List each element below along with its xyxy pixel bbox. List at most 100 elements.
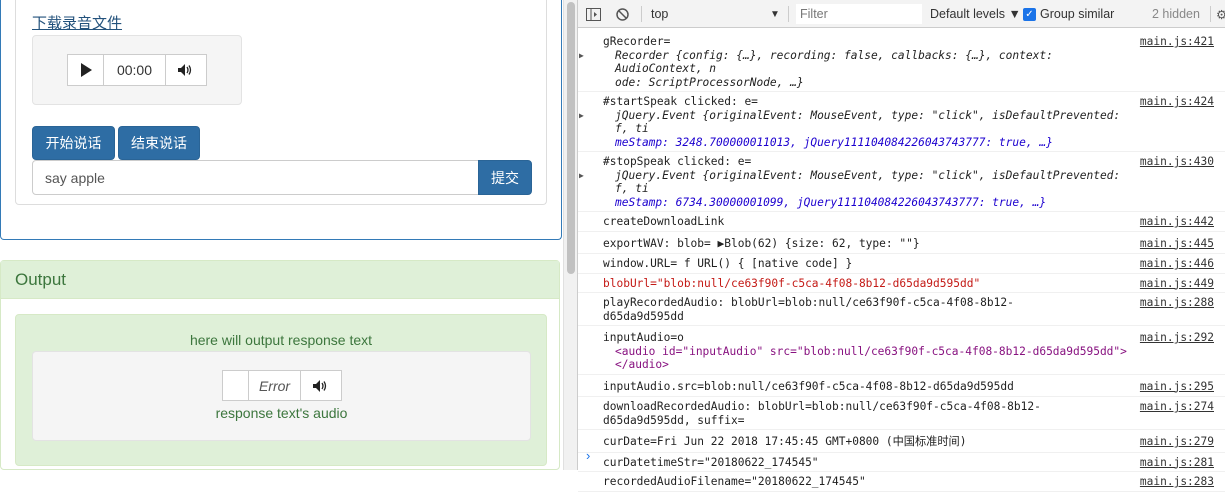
download-recording-link[interactable]: 下载录音文件 [32,12,122,33]
source-link[interactable]: main.js:445 [1140,237,1214,251]
source-link[interactable]: main.js:292 [1140,331,1214,345]
console-message[interactable]: blobUrl="blob:null/ce63f90f-c5ca-4f08-8b… [578,274,1225,293]
log-line: #stopSpeak clicked: e= [603,155,752,168]
clear-console-icon[interactable] [616,0,629,28]
group-similar-toggle[interactable]: ✓ Group similar [1023,0,1114,28]
console-message[interactable]: exportWAV: blob= ▶Blob(62) {size: 62, ty… [578,232,1225,254]
source-link[interactable]: main.js:288 [1140,296,1214,310]
expand-triangle-icon[interactable]: ▶ [579,109,584,123]
source-link[interactable]: main.js:421 [1140,35,1214,49]
response-text: here will output response text [189,332,373,348]
log-element[interactable]: <audio id="inputAudio" src="blob:null/ce… [603,345,1136,359]
source-link[interactable]: main.js:279 [1140,435,1214,449]
log-object[interactable]: ▶ Recorder {config: {…}, recording: fals… [579,48,1136,90]
console-toolbar: top ▼ Filter Default levels ▼ ✓ Group si… [578,0,1225,28]
response-audio-player[interactable]: Error [222,370,342,401]
console-message[interactable]: gRecorder= ▶ Recorder {config: {…}, reco… [578,29,1225,92]
console-message[interactable]: recordedAudioFilename="20180622_174545" … [578,472,1225,492]
console-message[interactable]: curDatetimeStr="20180622_174545" main.js… [578,453,1225,472]
console-message[interactable]: curDate=Fri Jun 22 2018 17:45:45 GMT+080… [578,430,1225,453]
console-message[interactable]: downloadRecordedAudio: blobUrl=blob:null… [578,397,1225,430]
log-line: ode: ScriptProcessorNode, …} [615,75,804,89]
context-dropdown-icon[interactable]: ▼ [770,0,780,28]
log-line: jQuery.Event {originalEvent: MouseEvent,… [615,168,1121,196]
log-line: playRecordedAudio: blobUrl=blob:null/ce6… [603,296,1014,309]
recorder-panel-body: 下载录音文件 00:00 开始说话 结束说话 say apple 提交 [15,0,547,205]
context-label: top [651,7,669,21]
console-prompt[interactable]: › [586,448,590,463]
log-line: inputAudio=o [603,331,684,344]
log-line: Recorder {config: {…}, recording: false,… [615,48,1053,76]
hidden-count: 2 hidden [1152,7,1200,21]
output-box: here will output response text Error res… [15,314,547,466]
log-line: curDate=Fri Jun 22 2018 17:45:45 GMT+080… [603,435,967,448]
stop-speak-button[interactable]: 结束说话 [118,126,200,160]
log-object[interactable]: ▶ jQuery.Event {originalEvent: MouseEven… [579,108,1136,150]
log-object[interactable]: ▶ jQuery.Event {originalEvent: MouseEven… [579,168,1136,210]
checkbox-checked-icon[interactable]: ✓ [1023,7,1036,21]
log-line: curDatetimeStr="20180622_174545" [603,455,819,469]
log-element-close: </audio> [615,358,669,371]
sidebar-toggle-icon[interactable] [586,0,601,28]
log-line: gRecorder= [603,35,671,48]
console-messages: gRecorder= ▶ Recorder {config: {…}, reco… [578,29,1225,492]
group-similar-label: Group similar [1040,7,1115,21]
recorder-panel: 下载录音文件 00:00 开始说话 结束说话 say apple 提交 [0,0,562,240]
log-line: jQuery.Event {originalEvent: MouseEvent,… [615,108,1121,136]
page-scrollbar[interactable] [563,0,577,470]
filter-input[interactable]: Filter [796,4,922,24]
start-speak-button[interactable]: 开始说话 [32,126,115,160]
console-message[interactable]: inputAudio=o <audio id="inputAudio" src=… [578,326,1225,375]
response-audio-label: response text's audio [215,405,348,421]
devtools-console: top ▼ Filter Default levels ▼ ✓ Group si… [577,0,1225,492]
web-page: 下载录音文件 00:00 开始说话 结束说话 say apple 提交 Outp… [0,0,563,470]
output-panel: Output here will output response text Er… [0,260,560,470]
submit-button[interactable]: 提交 [478,160,532,195]
source-link[interactable]: main.js:446 [1140,257,1214,271]
source-link[interactable]: main.js:295 [1140,380,1214,394]
source-link[interactable]: main.js:283 [1140,475,1214,489]
volume-icon[interactable] [301,371,341,400]
log-line: meStamp: 6734.30000001099, jQuery1111040… [615,195,1047,209]
console-message[interactable]: createDownloadLink main.js:442 [578,212,1225,232]
console-message[interactable]: playRecordedAudio: blobUrl=blob:null/ce6… [578,293,1225,326]
log-line: recordedAudioFilename="20180622_174545" [603,475,866,488]
toolbar-divider [641,6,642,22]
log-line: blobUrl="blob:null/ce63f90f-c5ca-4f08-8b… [603,276,981,290]
log-line: #startSpeak clicked: e= [603,95,758,108]
response-audio-well: Error response text's audio [32,351,531,441]
player-error: Error [249,371,301,400]
log-line: d65da9d595dd [603,309,684,323]
source-link[interactable]: main.js:274 [1140,400,1214,414]
output-heading: Output [1,261,559,299]
log-line: createDownloadLink [603,215,725,228]
log-line: downloadRecordedAudio: blobUrl=blob:null… [603,400,1041,413]
expand-triangle-icon[interactable]: ▶ [579,49,584,63]
source-link[interactable]: main.js:424 [1140,95,1214,109]
log-line: exportWAV: blob= ▶Blob(62) {size: 62, ty… [603,236,920,250]
play-icon[interactable] [68,55,104,85]
log-levels-dropdown[interactable]: Default levels ▼ [930,0,1021,28]
source-link[interactable]: main.js:449 [1140,277,1214,291]
source-link[interactable]: main.js:430 [1140,155,1214,169]
console-message[interactable]: #startSpeak clicked: e= ▶ jQuery.Event {… [578,92,1225,152]
context-selector[interactable]: top [651,0,668,28]
settings-gear-icon[interactable]: ⚙ [1216,0,1225,28]
source-link[interactable]: main.js:281 [1140,456,1214,470]
console-message[interactable]: #stopSpeak clicked: e= ▶ jQuery.Event {o… [578,152,1225,212]
recorded-audio-well: 00:00 [32,35,242,105]
expand-triangle-icon[interactable]: ▶ [579,169,584,183]
play-icon-disabled [223,371,249,400]
log-line: meStamp: 3248.700000011013, jQuery111104… [615,135,1053,149]
speech-text-input[interactable]: say apple [32,160,480,195]
toolbar-divider [788,6,789,22]
console-message[interactable]: inputAudio.src=blob:null/ce63f90f-c5ca-4… [578,375,1225,397]
recorded-audio-player[interactable]: 00:00 [67,54,207,86]
audio-time: 00:00 [104,55,166,85]
log-line: inputAudio.src=blob:null/ce63f90f-c5ca-4… [603,379,1014,393]
log-line: d65da9d595dd, suffix= [603,413,745,427]
console-message[interactable]: window.URL= f URL() { [native code] } ma… [578,254,1225,274]
source-link[interactable]: main.js:442 [1140,215,1214,229]
volume-icon[interactable] [166,55,206,85]
scrollbar-thumb[interactable] [567,2,575,274]
